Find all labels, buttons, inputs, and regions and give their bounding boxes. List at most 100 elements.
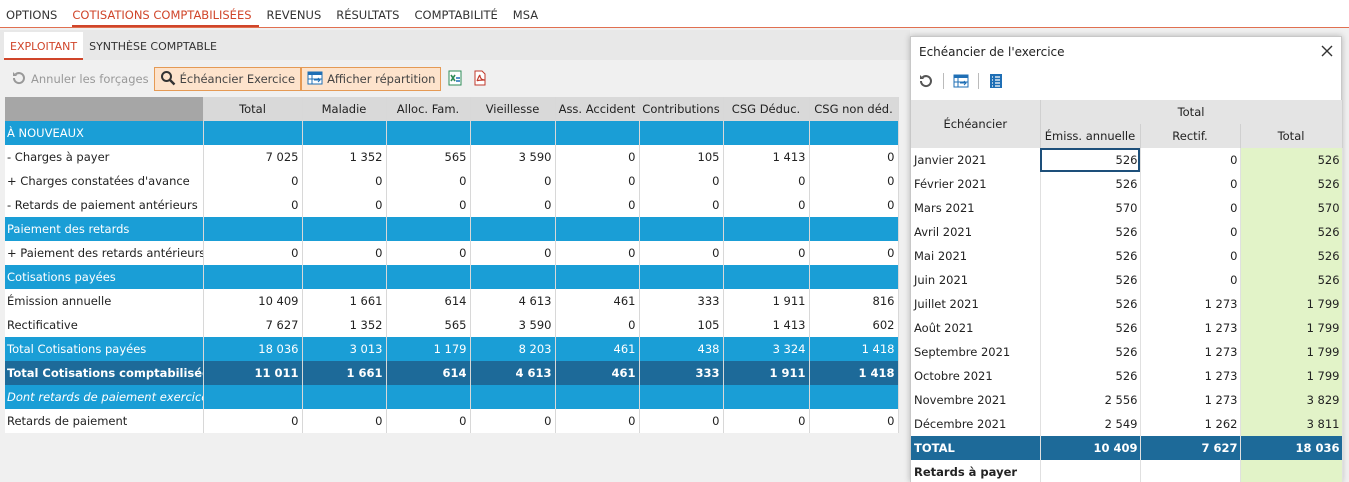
table-cell[interactable]: 105 <box>639 313 724 337</box>
rectif-cell[interactable]: 0 <box>1140 268 1241 292</box>
table-cell[interactable]: 0 <box>723 241 810 265</box>
table-cell[interactable]: 0 <box>302 169 387 193</box>
table-cell[interactable]: 3 590 <box>470 313 556 337</box>
table-cell[interactable]: 0 <box>470 193 556 217</box>
table-cell[interactable]: 565 <box>386 145 471 169</box>
rectif-cell[interactable]: 1 273 <box>1140 364 1241 388</box>
table-cell[interactable]: 7 025 <box>203 145 303 169</box>
table-cell[interactable]: 0 <box>809 409 899 433</box>
nav-tab-1[interactable]: COTISATIONS COMPTABILISÉES <box>72 8 259 27</box>
emiss-cell[interactable]: 526 <box>1040 316 1141 340</box>
emiss-cell[interactable]: 2 549 <box>1040 412 1141 436</box>
table-cell[interactable]: 1 911 <box>723 289 810 313</box>
emiss-cell[interactable]: 526 <box>1040 148 1141 172</box>
table-cell[interactable]: 0 <box>723 409 810 433</box>
rectif-cell[interactable]: 0 <box>1140 244 1241 268</box>
export-excel-button[interactable] <box>444 68 466 90</box>
table-cell[interactable]: 10 409 <box>203 289 303 313</box>
table-cell[interactable]: 461 <box>555 289 640 313</box>
sub-tab-0[interactable]: EXPLOITANT <box>4 32 84 60</box>
table-cell[interactable]: 0 <box>555 313 640 337</box>
table-cell[interactable]: 0 <box>809 169 899 193</box>
table-cell[interactable]: 0 <box>723 169 810 193</box>
table-cell[interactable]: 333 <box>639 289 724 313</box>
table-cell[interactable]: 7 627 <box>203 313 303 337</box>
sub-tab-1[interactable]: SYNTHÈSE COMPTABLE <box>83 32 223 60</box>
table-cell[interactable]: 0 <box>809 193 899 217</box>
table-cell[interactable]: 0 <box>386 409 471 433</box>
emiss-cell[interactable]: 526 <box>1040 220 1141 244</box>
table-cell[interactable]: 4 613 <box>470 289 556 313</box>
close-icon[interactable] <box>1321 45 1333 60</box>
undo-overrides-button[interactable]: Annuler les forçages <box>6 67 154 91</box>
echeancier-exercice-button[interactable]: Échéancier Exercice <box>153 67 302 91</box>
table-cell[interactable]: 0 <box>203 241 303 265</box>
table-cell[interactable]: 0 <box>555 145 640 169</box>
table-cell[interactable]: 0 <box>302 409 387 433</box>
emiss-cell[interactable]: 526 <box>1040 172 1141 196</box>
rectif-cell[interactable]: 0 <box>1140 172 1241 196</box>
table-cell[interactable]: 816 <box>809 289 899 313</box>
nav-tab-4[interactable]: COMPTABILITÉ <box>414 8 504 27</box>
emiss-cell[interactable]: 526 <box>1040 292 1141 316</box>
table-cell[interactable]: 0 <box>470 409 556 433</box>
table-cell[interactable]: 565 <box>386 313 471 337</box>
nav-tab-3[interactable]: RÉSULTATS <box>336 8 406 27</box>
rectif-cell[interactable]: 0 <box>1140 196 1241 220</box>
table-cell[interactable]: 3 590 <box>470 145 556 169</box>
table-cell[interactable]: 0 <box>470 241 556 265</box>
rectif-cell[interactable]: 1 273 <box>1140 340 1241 364</box>
table-cell[interactable]: 0 <box>386 169 471 193</box>
table-cell[interactable]: 105 <box>639 145 724 169</box>
table-cell[interactable]: 1 352 <box>302 145 387 169</box>
rectif-cell[interactable]: 1 273 <box>1140 388 1241 412</box>
table-cell[interactable]: 0 <box>809 241 899 265</box>
retards-cell[interactable] <box>1240 460 1343 482</box>
emiss-cell[interactable]: 526 <box>1040 364 1141 388</box>
table-cell[interactable]: 0 <box>809 145 899 169</box>
emiss-cell[interactable]: 526 <box>1040 244 1141 268</box>
table-cell[interactable]: 0 <box>555 241 640 265</box>
rectif-cell[interactable]: 0 <box>1140 220 1241 244</box>
table-cell[interactable]: 1 661 <box>302 289 387 313</box>
rectif-cell[interactable]: 0 <box>1140 148 1241 172</box>
emiss-cell[interactable]: 526 <box>1040 268 1141 292</box>
retards-cell[interactable] <box>1040 460 1141 482</box>
table-cell[interactable]: 0 <box>302 193 387 217</box>
emiss-cell[interactable]: 570 <box>1040 196 1141 220</box>
rectif-cell[interactable]: 1 273 <box>1140 292 1241 316</box>
list-icon[interactable] <box>985 70 1007 92</box>
refresh-icon[interactable] <box>915 70 937 92</box>
table-cell[interactable]: 0 <box>639 241 724 265</box>
emiss-cell[interactable]: 526 <box>1040 340 1141 364</box>
rectif-cell[interactable]: 1 262 <box>1140 412 1241 436</box>
table-cell[interactable]: 0 <box>555 409 640 433</box>
table-cell[interactable]: 0 <box>302 241 387 265</box>
nav-tab-5[interactable]: MSA <box>513 8 545 27</box>
table-split-icon[interactable] <box>950 70 972 92</box>
table-cell[interactable]: 0 <box>723 193 810 217</box>
nav-tab-0[interactable]: OPTIONS <box>6 8 64 27</box>
table-cell[interactable]: 0 <box>555 169 640 193</box>
table-cell[interactable]: 1 413 <box>723 313 810 337</box>
table-cell[interactable]: 0 <box>639 193 724 217</box>
table-cell[interactable]: 0 <box>555 193 640 217</box>
table-cell[interactable]: 0 <box>386 193 471 217</box>
afficher-repartition-button[interactable]: Afficher répartition <box>301 67 442 91</box>
table-cell[interactable]: 614 <box>386 289 471 313</box>
table-cell[interactable]: 602 <box>809 313 899 337</box>
table-cell[interactable]: 0 <box>203 409 303 433</box>
table-cell[interactable]: 0 <box>639 409 724 433</box>
table-cell[interactable]: 0 <box>203 169 303 193</box>
nav-tab-2[interactable]: REVENUS <box>267 8 329 27</box>
table-cell[interactable]: 1 413 <box>723 145 810 169</box>
table-cell[interactable]: 0 <box>203 193 303 217</box>
table-cell[interactable]: 0 <box>386 241 471 265</box>
rectif-cell[interactable]: 1 273 <box>1140 316 1241 340</box>
retards-cell[interactable] <box>1140 460 1241 482</box>
table-cell[interactable]: 0 <box>470 169 556 193</box>
export-pdf-button[interactable] <box>469 68 491 90</box>
table-cell[interactable]: 0 <box>639 169 724 193</box>
emiss-cell[interactable]: 2 556 <box>1040 388 1141 412</box>
table-cell[interactable]: 1 352 <box>302 313 387 337</box>
